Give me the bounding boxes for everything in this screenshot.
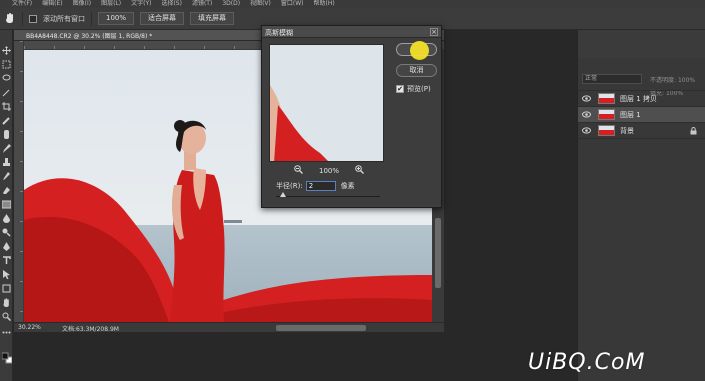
magic-wand-tool-icon[interactable] [2,88,11,97]
document-size-status: 文档:63.3M/208.9M [62,326,119,333]
zoom-out-icon[interactable] [294,165,303,176]
opacity-field[interactable]: 不透明度: 100% [650,75,695,84]
clone-stamp-tool-icon[interactable] [2,158,11,167]
ok-button[interactable] [396,41,437,60]
hand-tool-icon[interactable] [2,298,11,307]
dodge-tool-icon[interactable] [2,228,11,237]
visibility-eye-icon[interactable] [582,127,591,134]
opacity-value: 100% [677,77,696,84]
menu-layer[interactable]: 图层(L) [101,0,121,8]
zoom-100-button[interactable]: 100% [98,12,135,25]
eyedropper-tool-icon[interactable] [2,116,11,125]
menu-help[interactable]: 帮助(H) [314,0,335,8]
menu-filter[interactable]: 滤镜(T) [192,0,212,8]
scroll-all-windows-checkbox[interactable] [29,14,37,23]
vertical-scrollbar-thumb[interactable] [435,218,441,288]
preview-label: 预览(P) [407,85,431,93]
pen-tool-icon[interactable] [2,242,11,251]
close-icon[interactable]: × [430,28,438,36]
blur-tool-icon[interactable] [2,214,11,223]
layer-name: 图层 1 [620,111,641,119]
status-bar: 30.22% 文档:63.3M/208.9M [14,322,444,333]
shape-tool-icon[interactable] [2,284,11,293]
radius-slider[interactable] [276,192,380,197]
menu-edit[interactable]: 编辑(E) [42,0,62,8]
menu-view[interactable]: 视图(V) [250,0,271,8]
separator [22,11,23,26]
layer-thumbnail [598,125,615,136]
menu-window[interactable]: 窗口(W) [281,0,304,8]
layer-row[interactable]: 背景 [578,122,705,138]
path-selection-tool-icon[interactable] [2,270,11,279]
crop-tool-icon[interactable] [2,102,11,111]
layers-panel: 正常 不透明度: 100% 填充: 100% 图层 1 拷贝 图层 1 背景 [577,30,705,381]
menu-type[interactable]: 文字(Y) [131,0,151,8]
brush-tool-icon[interactable] [2,144,11,153]
more-tools-icon[interactable] [2,328,11,337]
blend-mode-select[interactable]: 正常 [582,74,642,84]
separator [91,11,92,26]
menu-bar: 文件(F) 编辑(E) 图像(I) 图层(L) 文字(Y) 选择(S) 滤镜(T… [0,0,705,8]
layer-row-selected[interactable]: 图层 1 [578,106,705,122]
horizontal-scrollbar-thumb[interactable] [276,325,366,331]
menu-file[interactable]: 文件(F) [12,0,32,8]
history-brush-tool-icon[interactable] [2,172,11,181]
radius-slider-knob[interactable] [280,192,287,197]
marquee-tool-icon[interactable] [2,60,11,69]
gradient-tool-icon[interactable] [2,200,11,209]
radius-label: 半径(R): [276,182,303,190]
vertical-ruler [14,41,24,322]
lock-icon[interactable] [690,127,697,135]
radius-input[interactable]: 2 [305,181,336,191]
panel-header [578,30,705,58]
eraser-tool-icon[interactable] [2,186,11,195]
zoom-level-status[interactable]: 30.22% [18,324,41,331]
tools-panel [0,30,13,381]
preview-zoom-level: 100% [319,166,340,175]
type-tool-icon[interactable] [2,256,11,265]
dialog-title: 高斯模糊 [265,29,293,37]
foreground-background-color-icon[interactable] [2,352,12,364]
gaussian-blur-dialog: 高斯模糊 × 取消 ✔ 预览(P) 100% 半径(R): 2 像素 [261,25,442,208]
layer-thumbnail [598,109,615,120]
cancel-button[interactable]: 取消 [396,64,437,77]
menu-select[interactable]: 选择(S) [161,0,182,8]
blur-preview-pane[interactable] [269,44,384,162]
preview-checkbox-row[interactable]: ✔ 预览(P) [396,84,431,94]
move-tool-icon[interactable] [2,46,11,55]
menu-3d[interactable]: 3D(D) [222,0,240,8]
divider [578,138,705,139]
radius-unit: 像素 [340,182,355,190]
fill-screen-button[interactable]: 填充屏幕 [190,12,235,25]
lasso-tool-icon[interactable] [2,74,11,83]
dialog-titlebar[interactable]: 高斯模糊 × [262,26,441,38]
zoom-in-icon[interactable] [355,165,364,176]
menu-image[interactable]: 图像(I) [73,0,91,8]
fit-screen-button[interactable]: 适合屏幕 [140,12,185,25]
site-watermark: UiBQ.CoM [528,350,646,375]
layer-thumbnail [598,93,615,104]
scroll-all-windows-label: 滚动所有窗口 [43,14,85,23]
hand-tool-icon[interactable] [4,12,16,26]
preview-checkbox[interactable]: ✔ [396,85,404,93]
opacity-label: 不透明度: [650,77,677,84]
visibility-eye-icon[interactable] [582,95,591,102]
radius-row: 半径(R): 2 像素 [276,181,355,191]
layer-row[interactable]: 图层 1 拷贝 [578,90,705,106]
layer-name: 图层 1 拷贝 [620,95,657,103]
document-title: BB4A8448.CR2 @ 30.2% (图层 1, RGB/8) * [26,33,153,40]
layer-name: 背景 [620,127,634,135]
zoom-tool-icon[interactable] [2,312,11,321]
healing-brush-tool-icon[interactable] [2,130,11,139]
cursor-highlight [410,41,429,60]
visibility-eye-icon[interactable] [582,111,591,118]
preview-zoom-controls: 100% [294,165,364,176]
workspace-background [444,30,577,381]
